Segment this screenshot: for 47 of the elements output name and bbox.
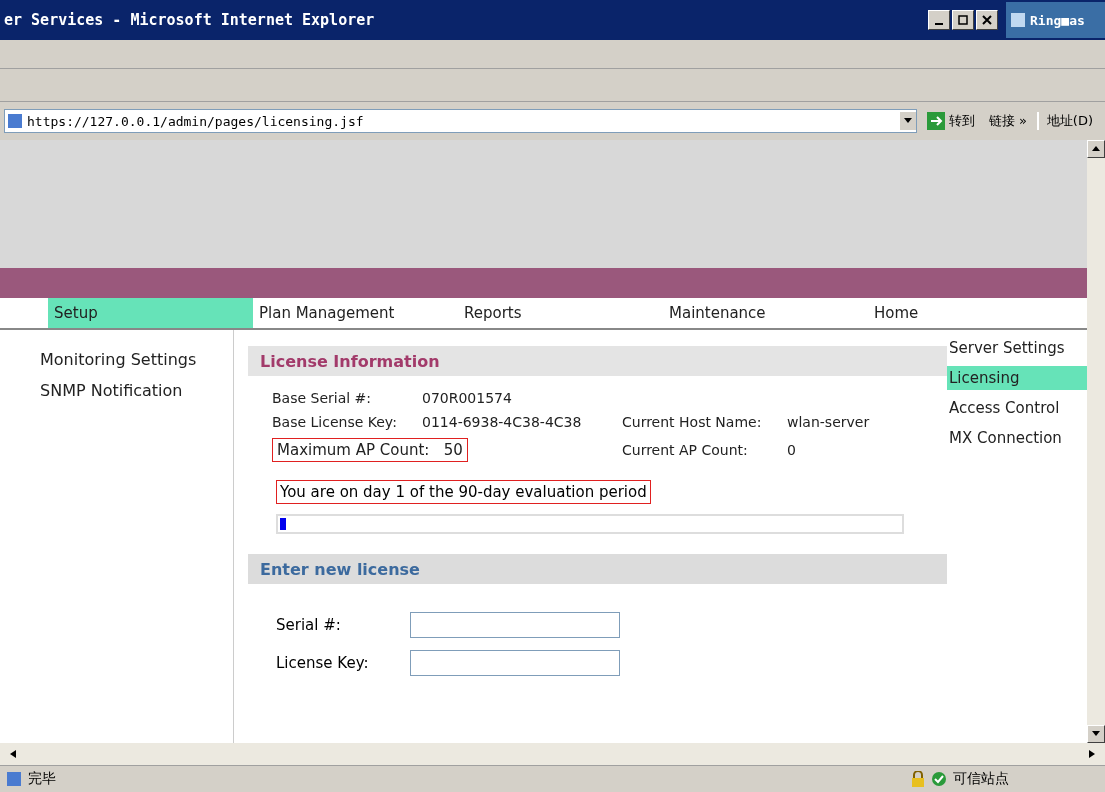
minimize-icon	[935, 23, 943, 25]
dropdown-icon[interactable]	[899, 112, 916, 130]
app-icon	[1010, 12, 1026, 28]
left-arrow-icon[interactable]	[10, 750, 16, 758]
address-label: 地址(D)	[1036, 112, 1101, 130]
side-menu-item[interactable]: MX Connection	[947, 426, 1087, 450]
side-menu-item[interactable]: Server Settings	[947, 336, 1087, 360]
check-icon	[931, 771, 947, 787]
section-header: License Information	[248, 346, 947, 376]
input-field[interactable]	[410, 650, 620, 676]
right-arrow-icon[interactable]	[1089, 750, 1095, 758]
taskbar-window-tab[interactable]: Ring■as	[1006, 2, 1105, 38]
field-value: wlan-server	[787, 414, 871, 430]
section-header: Enter new license	[248, 554, 947, 584]
up-arrow-icon[interactable]	[1092, 146, 1100, 152]
security-zone: 可信站点	[953, 770, 1010, 788]
page-icon	[7, 113, 23, 129]
evaluation-notice: You are on day 1 of the 90-day evaluation period	[276, 480, 651, 504]
input-field[interactable]	[410, 612, 620, 638]
window-title: er Services - Microsoft Internet Explorer	[3, 11, 376, 29]
field-value: 0114-6938-4C38-4C38	[422, 414, 583, 430]
side-menu-item[interactable]: Access Control	[947, 396, 1087, 420]
maximize-icon	[958, 15, 968, 25]
sidebar-item[interactable]: Monitoring Settings	[40, 350, 233, 369]
field-label: Serial #:	[276, 616, 342, 634]
field-label: Current AP Count:	[622, 442, 749, 458]
horizontal-scrollbar[interactable]	[0, 743, 1105, 765]
field-value: 0	[787, 442, 797, 458]
side-menu-item[interactable]: Licensing	[947, 366, 1087, 390]
field-label: Base Serial #:	[272, 390, 373, 406]
field-label: Current Host Name:	[622, 414, 763, 430]
address-field[interactable]: https://127.0.0.1/admin/pages/licensing.jsf	[4, 109, 917, 133]
close-button[interactable]	[976, 10, 998, 30]
nav-tab[interactable]: Setup	[48, 298, 253, 328]
maximize-button[interactable]	[952, 10, 974, 30]
field-value: 070R001574	[422, 390, 513, 406]
vertical-scrollbar[interactable]	[1087, 140, 1105, 743]
minimize-button[interactable]	[928, 10, 950, 30]
lock-icon	[911, 771, 925, 787]
sidebar-item[interactable]: SNMP Notification	[40, 381, 233, 400]
close-icon	[982, 15, 992, 25]
page-icon	[6, 771, 22, 787]
down-arrow-icon[interactable]	[1092, 731, 1100, 737]
field-label: Maximum AP Count: 50	[272, 438, 468, 462]
field-label: License Key:	[276, 654, 370, 672]
status-text: 完毕	[28, 770, 57, 788]
field-label: Base License Key:	[272, 414, 398, 430]
